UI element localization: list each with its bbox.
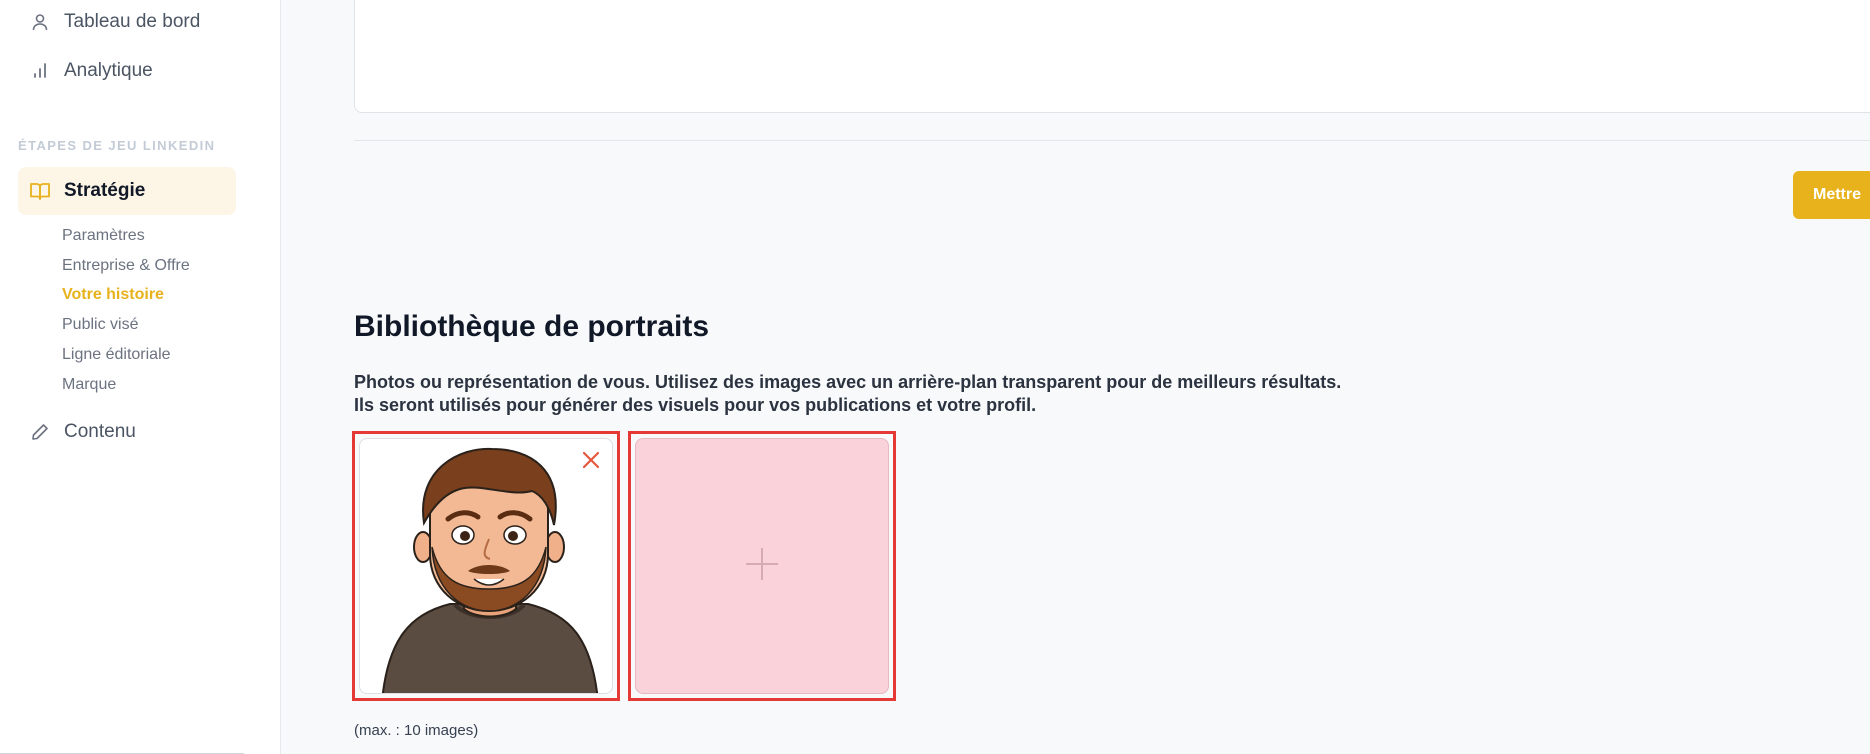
sidebar: Tableau de bord Analytique ÉTAPES DE JEU…: [0, 0, 281, 754]
sub-item-entreprise-offre[interactable]: Entreprise & Offre: [62, 257, 190, 275]
nav-item-tableau-de-bord[interactable]: Tableau de bord: [18, 0, 236, 46]
sub-item-marque[interactable]: Marque: [62, 376, 116, 394]
portrait-description-line1: Photos ou représentation de vous. Utilis…: [354, 372, 1342, 392]
remove-portrait-icon[interactable]: [580, 449, 602, 471]
nav-label: Analytique: [64, 60, 153, 81]
story-textarea[interactable]: [354, 0, 1870, 113]
nav-item-strategie[interactable]: Stratégie: [18, 167, 236, 215]
add-portrait-button[interactable]: [635, 438, 889, 694]
book-icon: [26, 177, 54, 205]
nav-label: Tableau de bord: [64, 11, 201, 32]
portrait-card[interactable]: [352, 431, 620, 701]
portrait-description-line2: Ils seront utilisés pour générer des vis…: [354, 395, 1037, 415]
save-button[interactable]: Mettre: [1793, 171, 1870, 219]
user-icon: [26, 8, 54, 36]
add-portrait-card[interactable]: [628, 431, 896, 701]
portrait-image: [359, 438, 613, 694]
max-images-note: (max. : 10 images): [354, 722, 479, 739]
avatar-illustration: [381, 447, 599, 693]
section-divider: [354, 140, 1870, 141]
nav-label: Contenu: [64, 421, 136, 442]
nav-item-analytique[interactable]: Analytique: [18, 47, 236, 95]
sub-item-ligne-editoriale[interactable]: Ligne éditoriale: [62, 346, 171, 364]
section-heading: ÉTAPES DE JEU LINKEDIN: [18, 138, 216, 153]
sub-item-parametres[interactable]: Paramètres: [62, 227, 145, 245]
sub-item-public-vise[interactable]: Public visé: [62, 316, 138, 334]
nav-label: Stratégie: [64, 180, 146, 201]
portrait-library-title: Bibliothèque de portraits: [354, 310, 710, 343]
bar-chart-icon: [26, 57, 54, 85]
pencil-icon: [26, 418, 54, 446]
sub-item-votre-histoire[interactable]: Votre histoire: [62, 286, 164, 304]
plus-icon: [744, 546, 780, 587]
nav-item-contenu[interactable]: Contenu: [18, 408, 236, 456]
